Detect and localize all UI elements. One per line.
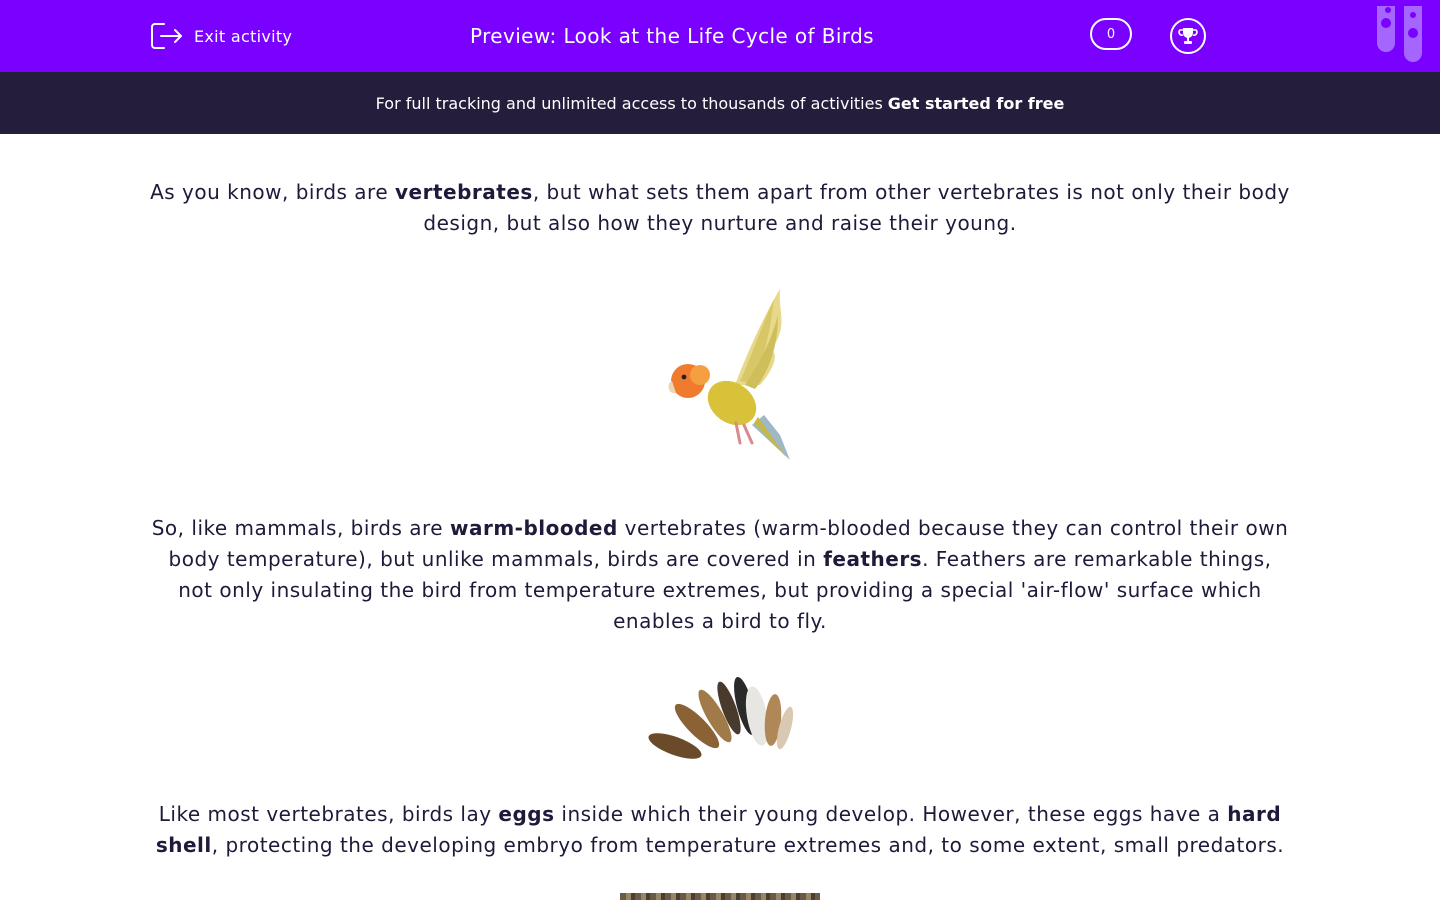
flying-bird-image [668,289,790,460]
intro-paragraph: As you know, birds are vertebrates, but … [150,177,1290,239]
eggs-paragraph: Like most vertebrates, birds lay eggs in… [150,799,1290,861]
p2-text-a: So, like mammals, birds are [151,516,450,540]
signup-banner: For full tracking and unlimited access t… [0,72,1440,134]
p1-bold-vertebrates: vertebrates [395,180,533,204]
feathers-image [648,676,794,759]
trophy-button[interactable] [1170,18,1206,54]
trophy-icon [1178,28,1198,44]
page-title: Preview: Look at the Life Cycle of Birds [469,24,874,48]
p3-text-c: inside which their young develop. Howeve… [554,802,1228,826]
p1-text-c: , but what sets them apart from other ve… [423,180,1290,235]
score-badge: 0 [1090,18,1132,50]
p3-text-e: , protecting the developing embryo from … [211,833,1285,857]
nest-image [620,893,820,900]
p3-bold-eggs: eggs [498,802,555,826]
p1-text-a: As you know, birds are [150,180,396,204]
p2-bold-feathers: feathers [823,547,923,571]
test-tube-icon [1404,6,1422,62]
warm-blooded-paragraph: So, like mammals, birds are warm-blooded… [150,513,1290,637]
p3-text-a: Like most vertebrates, birds lay [158,802,499,826]
test-tubes-icon [1377,6,1395,52]
get-started-link[interactable]: Get started for free [888,94,1065,113]
top-bar: Exit activity Preview: Look at the Life … [0,0,1440,72]
p2-bold-warm-blooded: warm-blooded [449,516,618,540]
banner-text: For full tracking and unlimited access t… [375,93,883,113]
